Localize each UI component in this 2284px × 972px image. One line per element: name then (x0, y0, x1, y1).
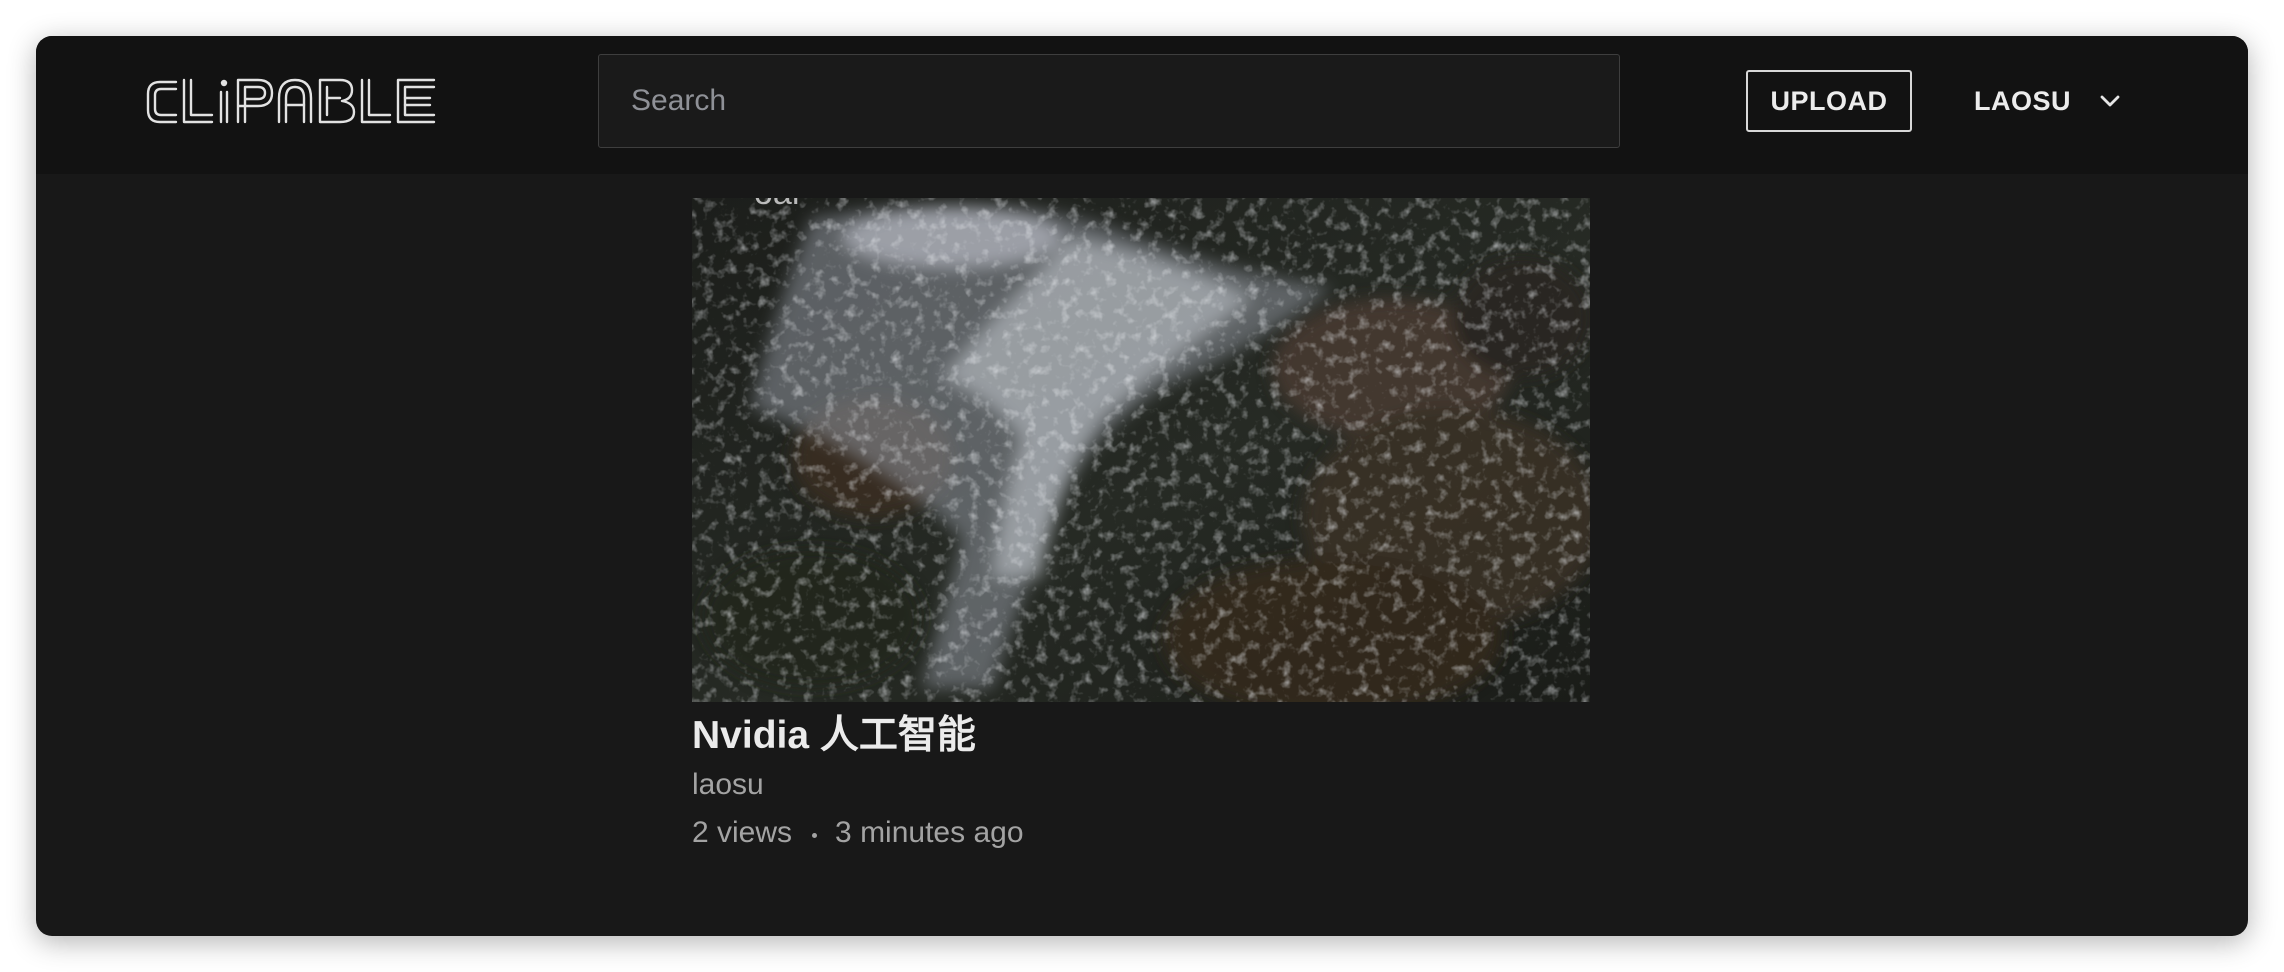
separator-dot (812, 832, 818, 838)
video-meta: 2 views 3 minutes ago (692, 816, 1024, 850)
video-thumbnail[interactable]: oar (692, 198, 1590, 702)
search-input[interactable] (598, 54, 1620, 148)
app-window: UPLOAD LAOSU (36, 36, 2248, 936)
upload-age: 3 minutes ago (835, 816, 1024, 849)
clipable-logo[interactable] (146, 74, 438, 130)
chevron-down-icon (2100, 95, 2120, 107)
svg-text:oar: oar (754, 198, 803, 212)
view-count: 2 views (692, 816, 793, 849)
top-bar: UPLOAD LAOSU (36, 36, 2248, 174)
upload-button[interactable]: UPLOAD (1746, 70, 1912, 132)
water-rapids-image: oar (692, 198, 1590, 702)
channel-name[interactable]: laosu (692, 768, 764, 802)
user-name: LAOSU (1974, 85, 2071, 116)
user-menu[interactable]: LAOSU (1974, 70, 2121, 132)
video-title[interactable]: Nvidia 人工智能 (692, 704, 976, 760)
